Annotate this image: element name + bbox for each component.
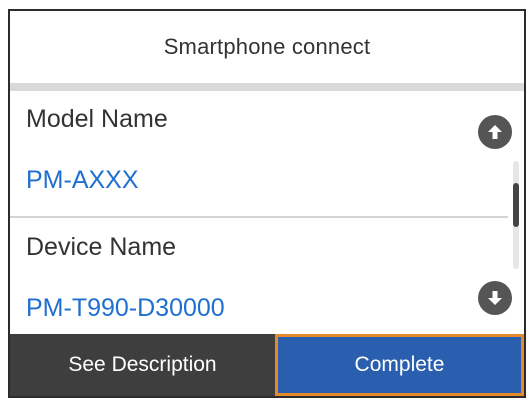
screen-title: Smartphone connect <box>163 34 371 59</box>
bottom-action-bar: See Description Complete <box>10 334 524 396</box>
info-list: Model Name PM-AXXX Device Name PM-T990-D… <box>10 91 524 334</box>
model-name-label: Model Name <box>26 105 168 133</box>
title-divider <box>10 83 524 91</box>
device-name-label: Device Name <box>26 233 177 261</box>
title-bar: Smartphone connect <box>10 11 524 83</box>
list-item-model-name-label: Model Name <box>10 91 524 151</box>
model-name-value: PM-AXXX <box>26 166 139 194</box>
complete-button[interactable]: Complete <box>275 334 524 396</box>
arrow-up-glyph <box>488 125 502 139</box>
printer-lcd-panel: Smartphone connect Model Name PM-AXXX De… <box>8 9 526 398</box>
scrollbar-thumb[interactable] <box>513 183 519 227</box>
scrollbar[interactable] <box>513 161 519 269</box>
row-divider <box>10 216 508 218</box>
arrow-up-circle-icon[interactable] <box>478 115 512 149</box>
list-item-device-name-label: Device Name <box>10 221 524 281</box>
see-description-button[interactable]: See Description <box>10 334 275 396</box>
list-item-model-name-value: PM-AXXX <box>10 153 524 213</box>
list-item-device-name-value: PM-T990-D30000 <box>10 281 524 341</box>
arrow-down-circle-icon[interactable] <box>478 281 512 315</box>
arrow-down-glyph <box>488 291 502 305</box>
device-name-value: PM-T990-D30000 <box>26 294 225 322</box>
